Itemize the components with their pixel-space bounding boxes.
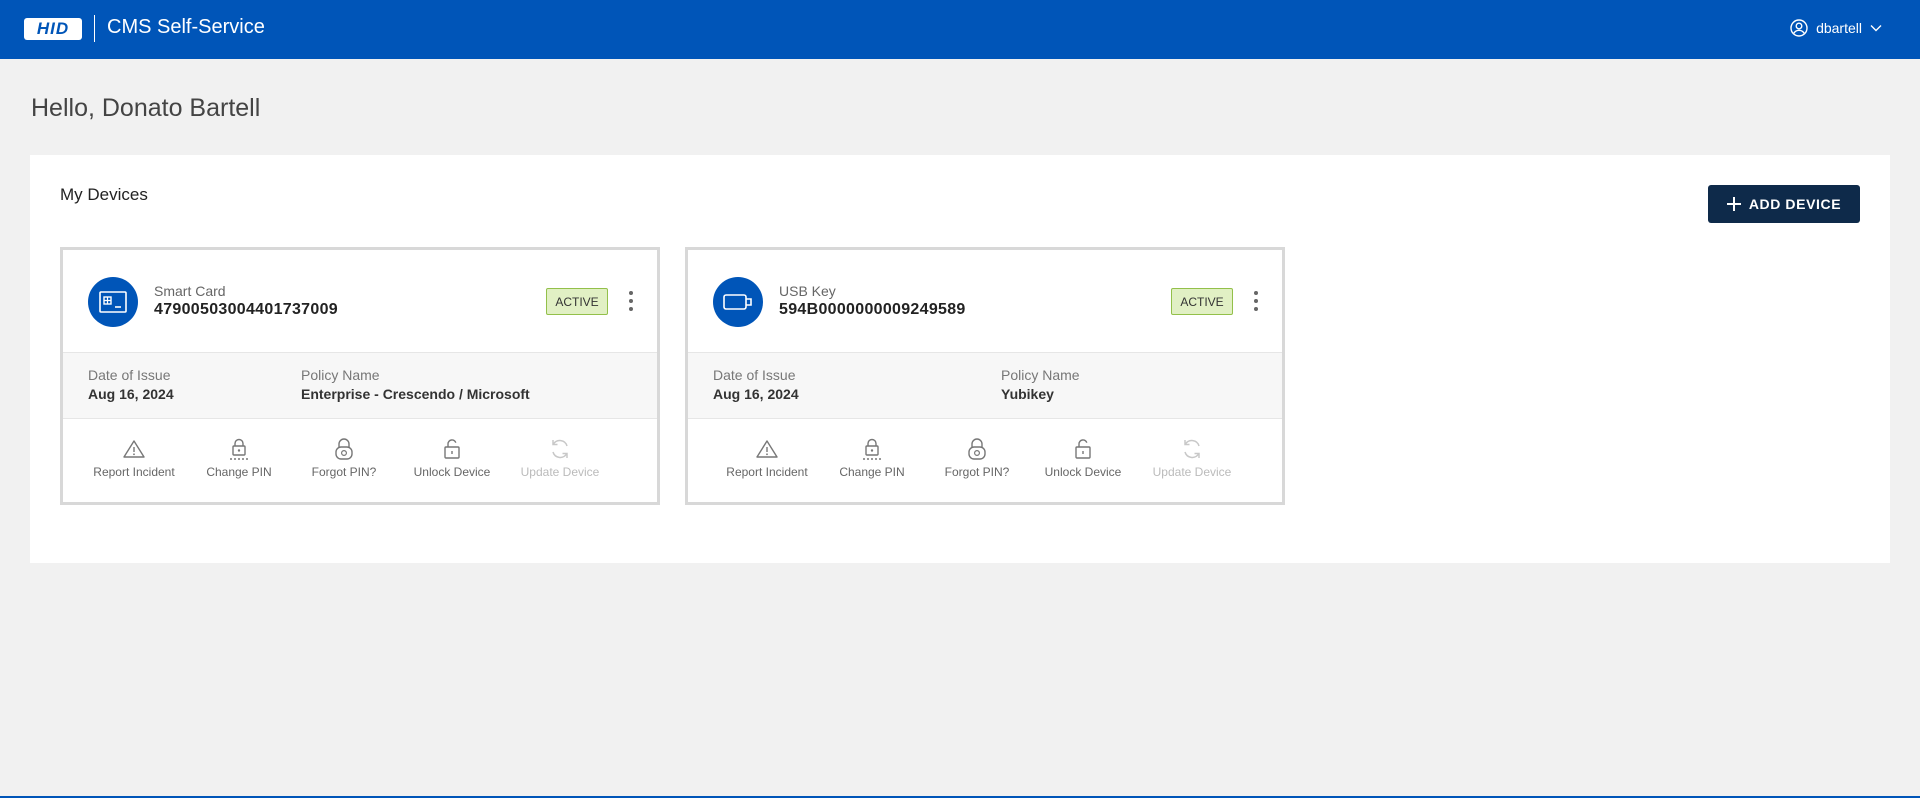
smart-card-icon bbox=[88, 277, 138, 327]
unlock-device-button[interactable]: Unlock Device bbox=[1033, 437, 1133, 479]
date-of-issue-label: Date of Issue bbox=[713, 367, 796, 383]
device-info: Date of Issue Aug 16, 2024 Policy Name E… bbox=[63, 352, 657, 419]
my-devices-panel: My Devices ADD DEVICE Smart Card 4790050… bbox=[30, 155, 1890, 563]
device-serial: 47900503004401737009 bbox=[154, 301, 338, 318]
device-info: Date of Issue Aug 16, 2024 Policy Name Y… bbox=[688, 352, 1282, 419]
action-label: Forgot PIN? bbox=[944, 465, 1010, 479]
update-device-button[interactable]: Update Device bbox=[1142, 437, 1242, 479]
plus-icon bbox=[1726, 197, 1741, 211]
panel-title: My Devices bbox=[60, 185, 148, 204]
status-badge: ACTIVE bbox=[1171, 288, 1233, 315]
lock-question-icon bbox=[966, 437, 988, 461]
report-incident-button[interactable]: Report Incident bbox=[84, 437, 184, 479]
update-device-button[interactable]: Update Device bbox=[510, 437, 610, 479]
action-label: Report Incident bbox=[726, 465, 808, 479]
username: dbartell bbox=[1816, 20, 1862, 36]
device-card: Smart Card 47900503004401737009 ACTIVE D… bbox=[60, 247, 660, 505]
more-options-icon[interactable] bbox=[1248, 288, 1264, 314]
device-type: Smart Card bbox=[154, 283, 226, 299]
action-label: Forgot PIN? bbox=[311, 465, 377, 479]
device-card-header: USB Key 594B0000000009249589 ACTIVE bbox=[688, 250, 1282, 352]
greeting: Hello, Donato Bartell bbox=[31, 94, 261, 122]
unlock-device-button[interactable]: Unlock Device bbox=[402, 437, 502, 479]
warning-icon bbox=[755, 437, 779, 461]
forgot-pin-button[interactable]: Forgot PIN? bbox=[927, 437, 1027, 479]
device-actions: Report Incident Change PIN Forgot PIN? U… bbox=[688, 419, 1282, 502]
policy-name-value: Yubikey bbox=[1001, 386, 1054, 402]
user-menu[interactable]: dbartell bbox=[1790, 19, 1882, 37]
report-incident-button[interactable]: Report Incident bbox=[717, 437, 817, 479]
policy-name-label: Policy Name bbox=[301, 367, 380, 383]
top-bar: HID CMS Self-Service dbartell bbox=[0, 0, 1920, 59]
status-badge: ACTIVE bbox=[546, 288, 608, 315]
change-pin-button[interactable]: Change PIN bbox=[822, 437, 922, 479]
refresh-icon bbox=[548, 437, 572, 461]
refresh-icon bbox=[1180, 437, 1204, 461]
device-serial: 594B0000000009249589 bbox=[779, 301, 966, 318]
date-of-issue-value: Aug 16, 2024 bbox=[88, 386, 174, 402]
usb-key-icon bbox=[713, 277, 763, 327]
unlock-icon bbox=[441, 437, 463, 461]
action-label: Unlock Device bbox=[1044, 465, 1122, 479]
warning-icon bbox=[122, 437, 146, 461]
device-card-header: Smart Card 47900503004401737009 ACTIVE bbox=[63, 250, 657, 352]
device-type: USB Key bbox=[779, 283, 836, 299]
add-device-button[interactable]: ADD DEVICE bbox=[1708, 185, 1860, 223]
hid-logo[interactable]: HID bbox=[24, 18, 82, 40]
user-avatar-icon bbox=[1790, 19, 1808, 37]
action-label: Update Device bbox=[520, 465, 600, 479]
policy-name-value: Enterprise - Crescendo / Microsoft bbox=[301, 386, 530, 402]
forgot-pin-button[interactable]: Forgot PIN? bbox=[294, 437, 394, 479]
logo-text: HID bbox=[36, 19, 70, 38]
unlock-icon bbox=[1072, 437, 1094, 461]
lock-pin-icon bbox=[861, 437, 883, 461]
more-options-icon[interactable] bbox=[623, 288, 639, 314]
action-label: Unlock Device bbox=[413, 465, 491, 479]
device-card: USB Key 594B0000000009249589 ACTIVE Date… bbox=[685, 247, 1285, 505]
logo-divider bbox=[94, 15, 95, 42]
chevron-down-icon bbox=[1870, 24, 1882, 32]
change-pin-button[interactable]: Change PIN bbox=[189, 437, 289, 479]
device-actions: Report Incident Change PIN Forgot PIN? U… bbox=[63, 419, 657, 502]
lock-question-icon bbox=[333, 437, 355, 461]
action-label: Change PIN bbox=[839, 465, 905, 479]
action-label: Report Incident bbox=[93, 465, 175, 479]
action-label: Change PIN bbox=[206, 465, 272, 479]
add-device-label: ADD DEVICE bbox=[1748, 196, 1842, 212]
lock-pin-icon bbox=[228, 437, 250, 461]
action-label: Update Device bbox=[1152, 465, 1232, 479]
policy-name-label: Policy Name bbox=[1001, 367, 1080, 383]
app-title: CMS Self-Service bbox=[107, 16, 265, 38]
date-of-issue-value: Aug 16, 2024 bbox=[713, 386, 799, 402]
date-of-issue-label: Date of Issue bbox=[88, 367, 171, 383]
